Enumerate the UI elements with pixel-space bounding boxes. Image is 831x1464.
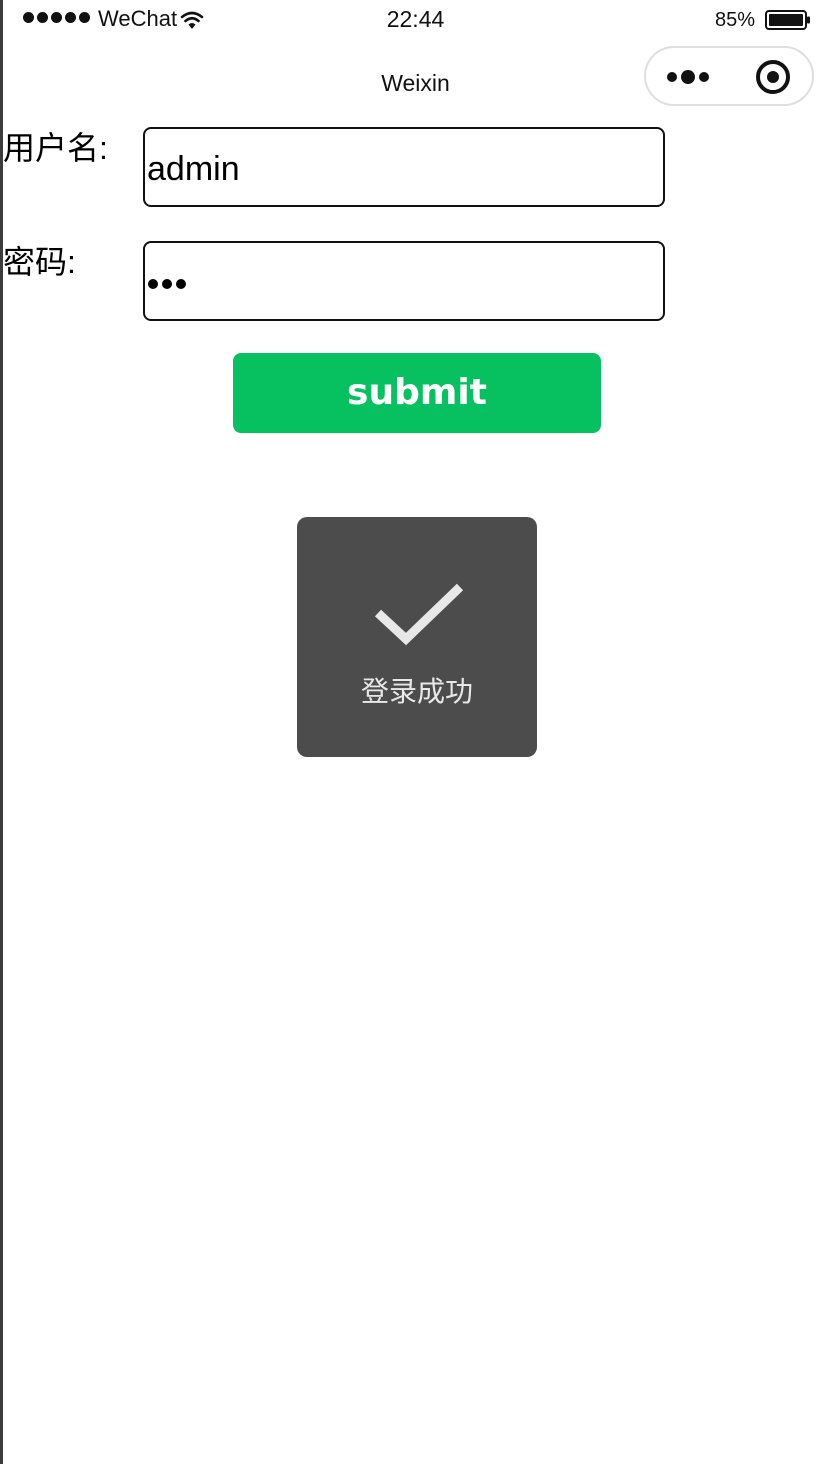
menu-capsule (644, 46, 814, 106)
password-mask-dot (162, 279, 172, 289)
success-toast: 登录成功 (297, 517, 537, 757)
more-options-icon[interactable] (666, 68, 712, 86)
password-input[interactable] (143, 241, 665, 321)
status-bar: WeChat 22:44 85% (0, 0, 831, 40)
window-left-edge (0, 0, 3, 1464)
password-mask-dot (148, 279, 158, 289)
username-label: 用户名: (3, 130, 108, 166)
username-value: admin (147, 150, 240, 188)
toast-message: 登录成功 (360, 676, 473, 707)
checkmark-icon (374, 583, 464, 646)
battery-icon (765, 10, 810, 30)
password-label: 密码: (3, 244, 76, 280)
username-input[interactable]: admin (143, 127, 665, 207)
navigation-bar: Weixin (0, 45, 831, 109)
password-mask-dot (176, 279, 186, 289)
close-miniprogram-icon[interactable] (755, 59, 791, 95)
status-time: 22:44 (386, 6, 445, 32)
submit-button[interactable]: submit (233, 353, 601, 433)
password-masked-value (148, 279, 186, 289)
capsule-divider (730, 62, 731, 92)
battery-percentage: 85% (714, 9, 755, 31)
